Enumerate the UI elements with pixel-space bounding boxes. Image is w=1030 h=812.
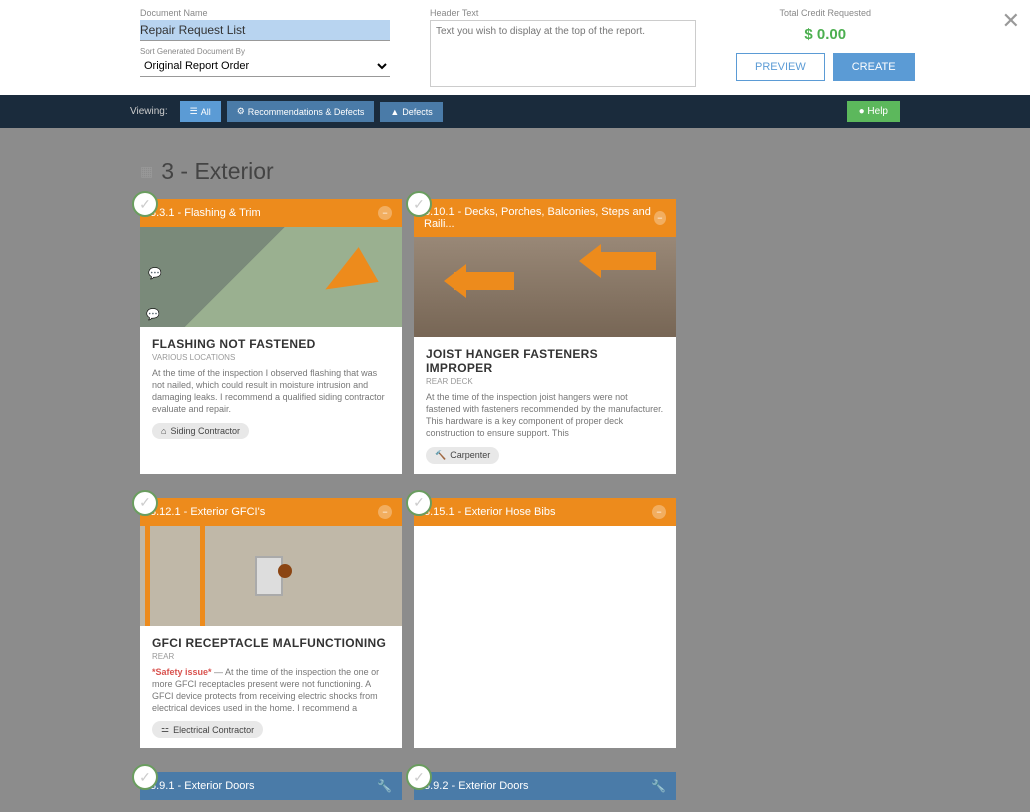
credit-value: $ 0.00: [736, 26, 915, 43]
warning-icon: ▲: [390, 107, 399, 117]
doc-name-label: Document Name: [140, 8, 390, 18]
filter-all-button[interactable]: ☰All: [180, 101, 221, 122]
minus-icon[interactable]: −: [652, 505, 666, 519]
list-icon: ☰: [190, 106, 198, 117]
card-checkbox[interactable]: ✓: [406, 490, 432, 516]
card-text: *Safety issue* — At the time of the insp…: [152, 666, 390, 715]
doc-name-input[interactable]: [140, 20, 390, 41]
card-checkbox[interactable]: ✓: [132, 764, 158, 790]
card-text: At the time of the inspection I observed…: [152, 367, 390, 416]
card-text: At the time of the inspection joist hang…: [426, 391, 664, 440]
defect-card[interactable]: ✓ 3.3.1 - Flashing & Trim − 💬 💬 FLASHING…: [140, 199, 402, 474]
check-icon: ✓: [413, 769, 425, 786]
viewing-label: Viewing:: [130, 106, 168, 117]
defect-card[interactable]: ✓ 3.9.1 - Exterior Doors 🔧: [140, 772, 402, 800]
defect-card[interactable]: ✓ 3.10.1 - Decks, Porches, Balconies, St…: [414, 199, 676, 474]
card-header: 3.10.1 - Decks, Porches, Balconies, Step…: [414, 199, 676, 237]
card-title: GFCI RECEPTACLE MALFUNCTIONING: [152, 636, 390, 650]
defect-card[interactable]: ✓ 3.12.1 - Exterior GFCI's − GFCI RECEPT…: [140, 498, 402, 749]
minus-icon[interactable]: −: [378, 505, 392, 519]
card-subtitle: REAR: [152, 652, 390, 661]
section-title: ▦ 3 - Exterior: [140, 158, 890, 185]
credit-label: Total Credit Requested: [736, 8, 915, 18]
wrench-icon[interactable]: 🔧: [651, 779, 666, 793]
header-text-label: Header Text: [430, 8, 696, 18]
contractor-tag: 🔨Carpenter: [426, 447, 499, 464]
create-button[interactable]: CREATE: [833, 53, 915, 81]
sort-label: Sort Generated Document By: [140, 47, 390, 56]
card-subtitle: REAR DECK: [426, 377, 664, 386]
contractor-tag: ⚍Electrical Contractor: [152, 721, 263, 738]
check-icon: ✓: [139, 769, 151, 786]
card-header: 3.3.1 - Flashing & Trim −: [140, 199, 402, 227]
card-header: 3.15.1 - Exterior Hose Bibs −: [414, 498, 676, 526]
card-image: [140, 526, 402, 626]
card-header: 3.12.1 - Exterior GFCI's −: [140, 498, 402, 526]
filter-recs-button[interactable]: ⚙Recommendations & Defects: [227, 101, 375, 122]
minus-icon[interactable]: −: [378, 206, 392, 220]
check-icon: ✓: [139, 196, 151, 213]
card-header: 3.9.2 - Exterior Doors 🔧: [414, 772, 676, 800]
defect-card[interactable]: ✓ 3.9.2 - Exterior Doors 🔧: [414, 772, 676, 800]
card-header: 3.9.1 - Exterior Doors 🔧: [140, 772, 402, 800]
card-subtitle: VARIOUS LOCATIONS: [152, 353, 390, 362]
house-icon: ⌂: [161, 426, 166, 436]
comment-icon: 💬: [148, 267, 162, 280]
close-icon[interactable]: ✕: [1002, 8, 1020, 34]
check-icon: ✓: [413, 494, 425, 511]
card-checkbox[interactable]: ✓: [132, 490, 158, 516]
contractor-tag: ⌂Siding Contractor: [152, 423, 249, 439]
header-text-input[interactable]: [430, 20, 696, 87]
preview-button[interactable]: PREVIEW: [736, 53, 825, 81]
gear-icon: ⚙: [237, 106, 245, 117]
card-title: FLASHING NOT FASTENED: [152, 337, 390, 351]
card-title: JOIST HANGER FASTENERS IMPROPER: [426, 347, 664, 375]
card-checkbox[interactable]: ✓: [132, 191, 158, 217]
card-checkbox[interactable]: ✓: [406, 191, 432, 217]
help-button[interactable]: ● Help: [847, 101, 900, 122]
defect-card[interactable]: ✓ 3.15.1 - Exterior Hose Bibs −: [414, 498, 676, 749]
card-image: [414, 237, 676, 337]
card-image: 💬 💬: [140, 227, 402, 327]
comment-icon: 💬: [146, 308, 160, 321]
section-icon: ▦: [140, 163, 153, 180]
outlet-icon: ⚍: [161, 724, 169, 735]
filter-defects-button[interactable]: ▲Defects: [380, 102, 442, 122]
check-icon: ✓: [413, 196, 425, 213]
sort-select[interactable]: Original Report Order: [140, 56, 390, 77]
card-checkbox[interactable]: ✓: [406, 764, 432, 790]
hammer-icon: 🔨: [435, 450, 446, 461]
minus-icon[interactable]: −: [654, 211, 666, 225]
wrench-icon[interactable]: 🔧: [377, 779, 392, 793]
check-icon: ✓: [139, 494, 151, 511]
